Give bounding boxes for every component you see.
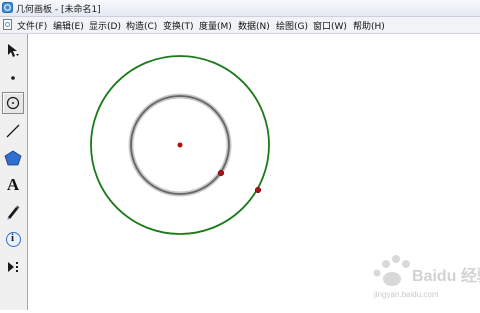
information-tool[interactable]: i — [2, 228, 24, 250]
marker-tool[interactable] — [2, 201, 24, 223]
line-icon — [6, 124, 20, 138]
document-icon[interactable] — [2, 19, 14, 30]
menu-bar: 文件(F) 编辑(E) 显示(D) 构造(C) 变换(T) 度量(M) 数据(N… — [0, 17, 480, 34]
custom-tool[interactable] — [2, 256, 24, 278]
point-icon — [11, 76, 15, 80]
window-title: 几何画板 - [未命名1] — [16, 5, 101, 15]
sketch-canvas[interactable] — [28, 34, 480, 310]
pentagon-icon — [4, 150, 22, 166]
geometry-drawing — [90, 55, 270, 235]
title-bar: 几何画板 - [未命名1] — [0, 0, 480, 17]
pen-icon — [7, 205, 20, 220]
outer-circle-point[interactable] — [254, 186, 262, 194]
menu-help[interactable]: 帮助(H) — [353, 19, 385, 32]
menu-data[interactable]: 数据(N) — [238, 19, 270, 32]
center-point[interactable] — [177, 142, 183, 148]
menu-graph[interactable]: 绘图(G) — [276, 19, 308, 32]
menu-display[interactable]: 显示(D) — [89, 19, 121, 32]
menu-window[interactable]: 窗口(W) — [313, 19, 347, 32]
point-tool[interactable] — [2, 66, 24, 88]
menu-construct[interactable]: 构造(C) — [126, 19, 157, 32]
info-glyph: i — [10, 231, 15, 244]
compass-tool[interactable] — [2, 92, 24, 114]
polygon-tool[interactable] — [2, 147, 24, 169]
selection-tool[interactable] — [2, 40, 24, 62]
text-tool[interactable]: A — [2, 174, 24, 196]
menu-file[interactable]: 文件(F) — [17, 19, 47, 32]
arrow-icon — [8, 44, 19, 57]
text-icon: A — [6, 175, 20, 194]
info-icon: i — [5, 231, 21, 247]
menu-edit[interactable]: 编辑(E) — [53, 19, 84, 32]
straightedge-tool[interactable] — [2, 120, 24, 142]
menu-transform[interactable]: 变换(T) — [163, 19, 194, 32]
menu-measure[interactable]: 度量(M) — [199, 19, 232, 32]
app-icon — [2, 2, 13, 13]
custom-tool-icon — [8, 262, 18, 272]
circle-icon — [6, 96, 20, 110]
toolbox: A i — [0, 34, 28, 310]
inner-circle-point[interactable] — [217, 169, 225, 177]
